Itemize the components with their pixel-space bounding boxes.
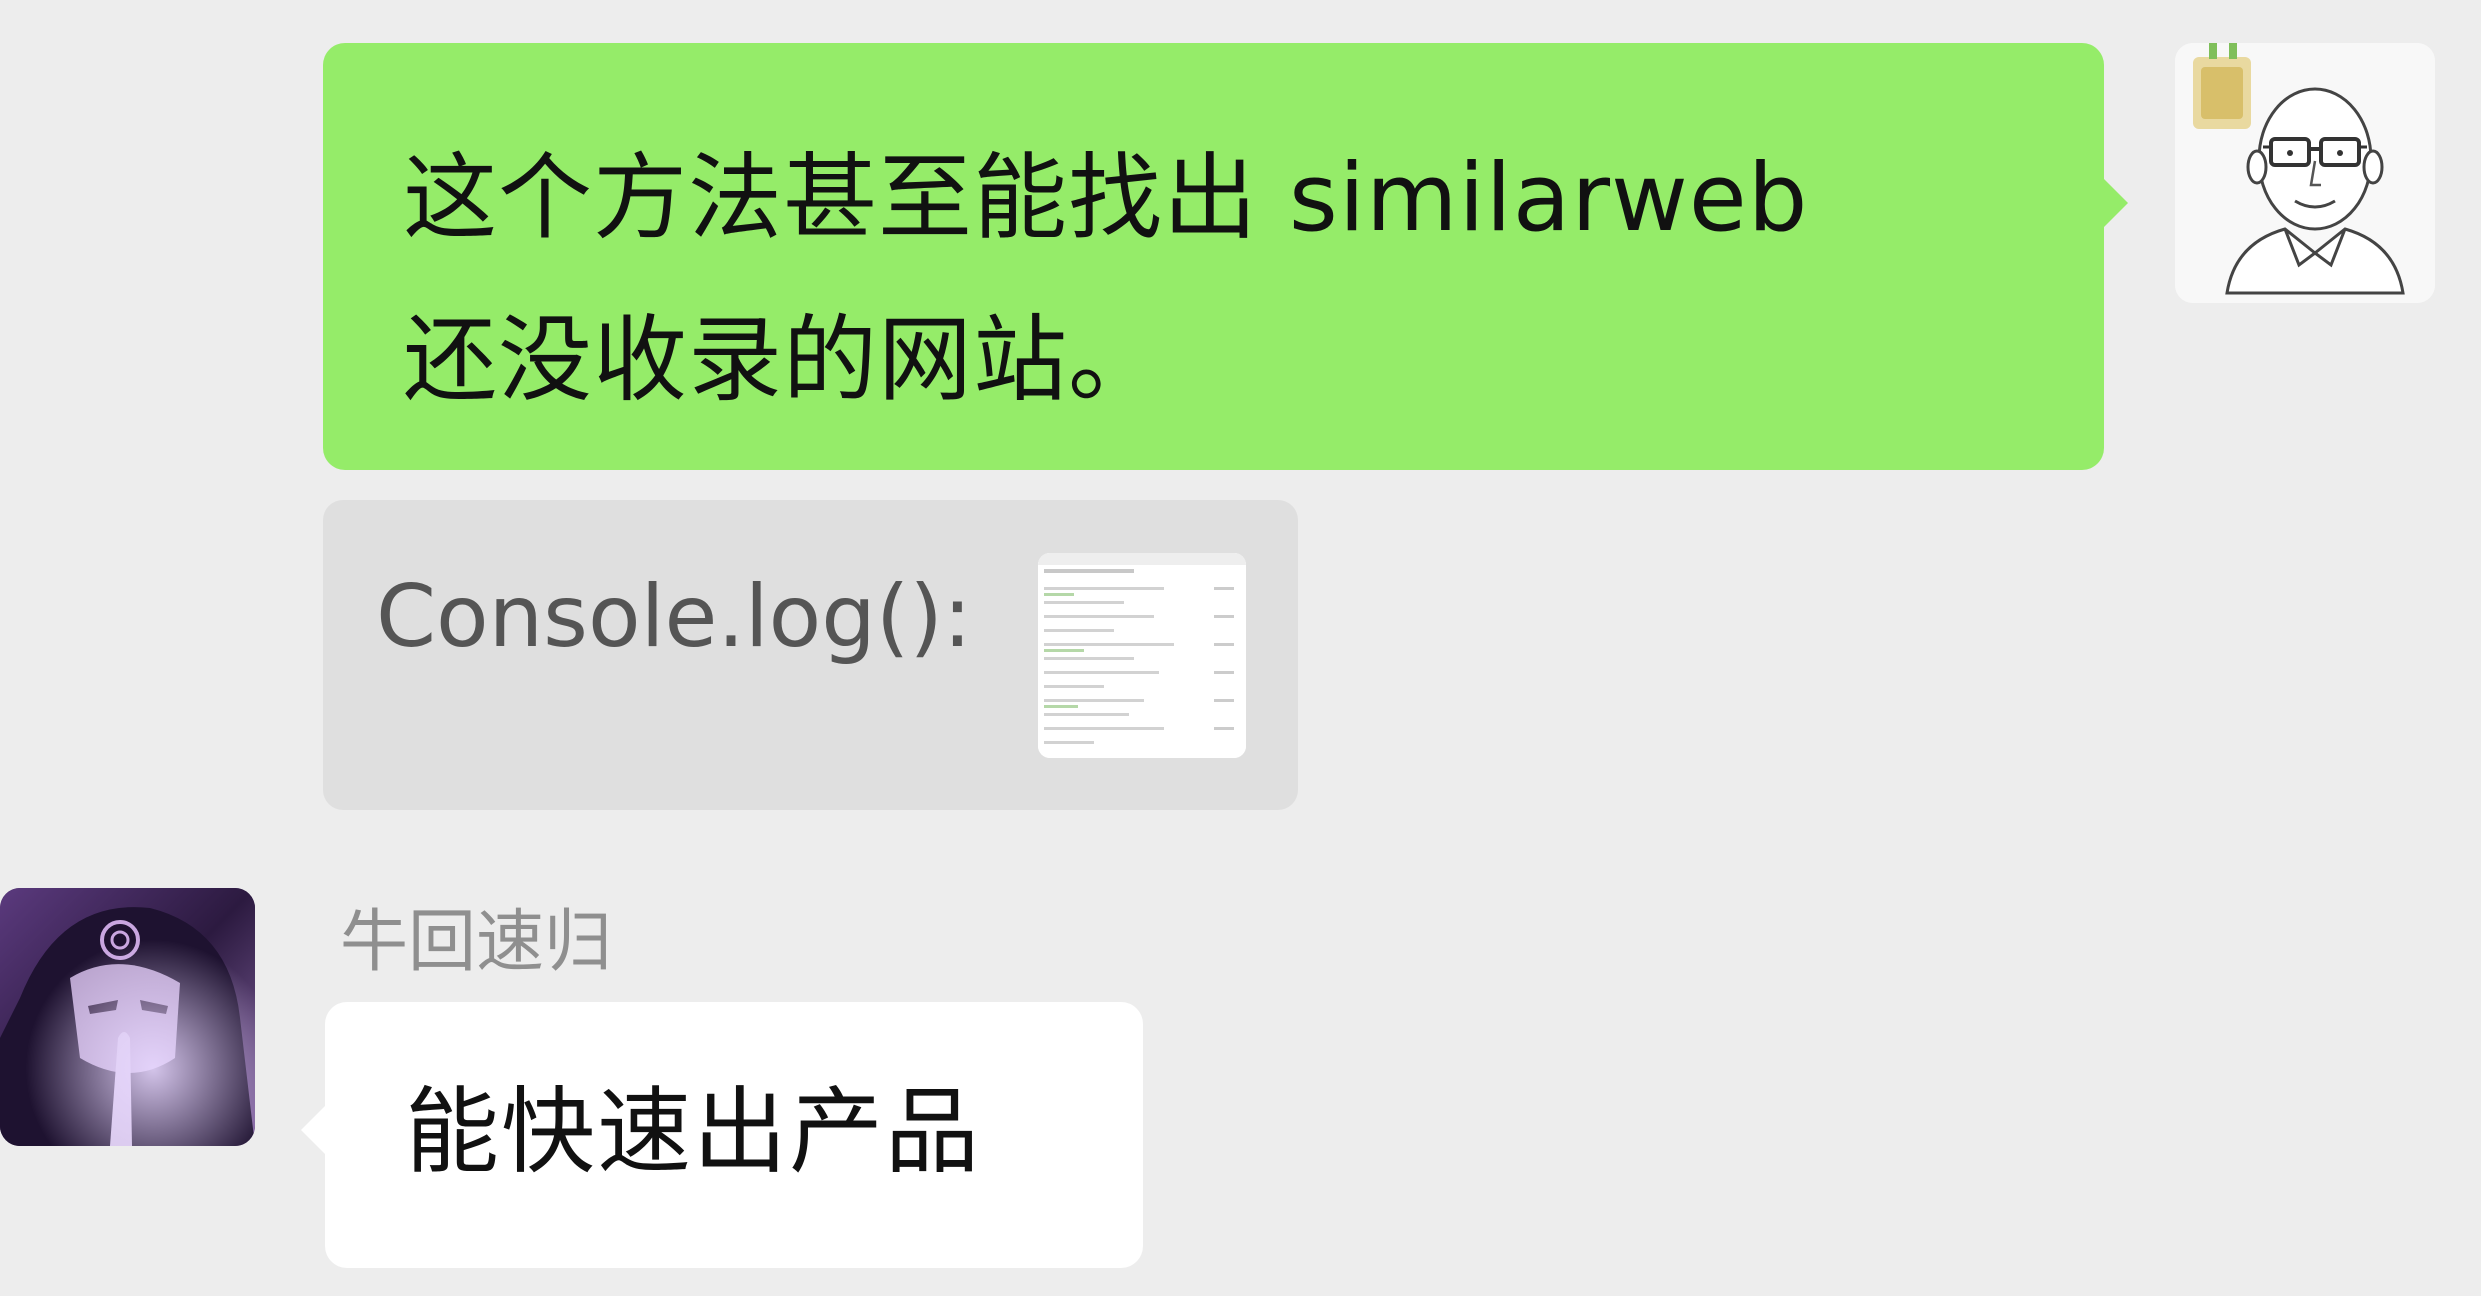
document-screenshot-thumbnail-icon xyxy=(1038,553,1246,758)
anime-character-avatar-icon xyxy=(0,888,255,1146)
outgoing-message-bubble[interactable]: 这个方法甚至能找出 similarweb 还没收录的网站。 xyxy=(323,43,2128,470)
outgoing-message-line-1: 这个方法甚至能找出 similarweb xyxy=(403,144,1809,253)
sender-name: 牛回速归 xyxy=(340,903,613,982)
self-avatar[interactable] xyxy=(2175,43,2435,303)
quoted-reply-card[interactable]: Console.log(): xyxy=(323,500,1298,810)
bald-man-with-glasses-avatar-icon xyxy=(2175,43,2435,303)
quoted-reply-thumbnail[interactable] xyxy=(1038,553,1246,758)
incoming-message-text: 能快速出产品 xyxy=(405,1078,982,1187)
outgoing-message-line-2: 还没收录的网站。 xyxy=(403,306,1164,415)
other-user-avatar[interactable] xyxy=(0,888,255,1146)
quoted-reply-text: Console.log(): xyxy=(376,567,972,667)
incoming-message-bubble[interactable]: 能快速出产品 xyxy=(301,1002,1143,1268)
